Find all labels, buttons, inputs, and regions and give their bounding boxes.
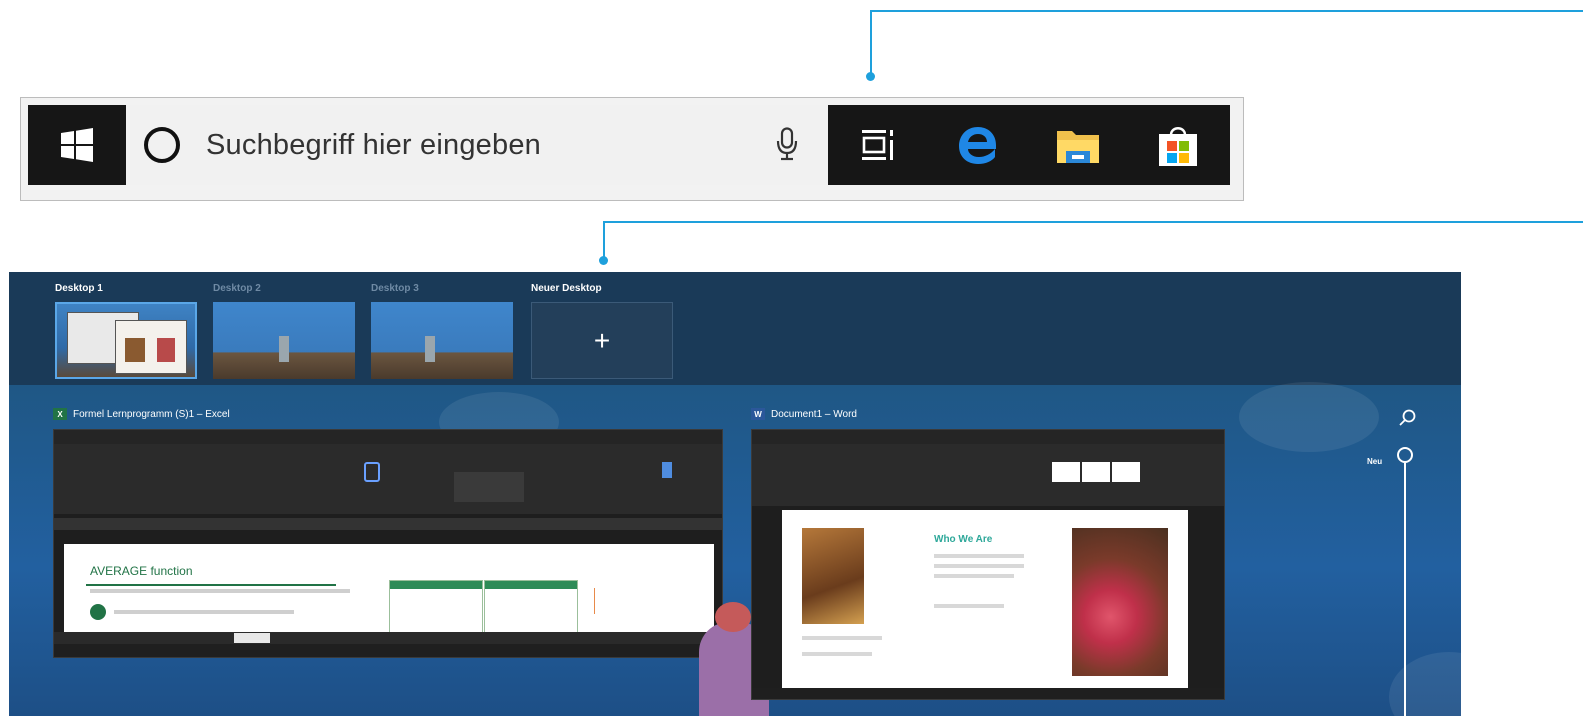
task-view-button[interactable] (828, 105, 928, 185)
timeline-scrollbar[interactable] (1404, 463, 1406, 716)
store-button[interactable] (1128, 105, 1228, 185)
doc-text-line (934, 564, 1024, 568)
windows-start-icon (61, 128, 93, 162)
word-window-title: W Document1 – Word (751, 408, 857, 420)
plus-icon: + (593, 324, 611, 356)
taskbar: Suchbegriff hier eingeben (20, 97, 1244, 201)
callout-dot-bottom (599, 256, 608, 265)
file-explorer-icon (1057, 131, 1099, 163)
excel-formula-bar (54, 518, 722, 530)
desktop-1-thumbnail[interactable] (55, 302, 197, 379)
thumbnail-tower (425, 336, 435, 362)
background-character-head (715, 602, 751, 632)
doc-text-line (934, 554, 1024, 558)
desktop-3-label: Desktop 3 (371, 283, 419, 294)
start-button[interactable] (28, 105, 126, 185)
excel-ribbon (54, 444, 722, 514)
sheet-annotation (594, 588, 685, 614)
word-status-bar (752, 688, 1224, 699)
excel-window-title: X Formel Lernprogramm (S)1 – Excel (53, 408, 230, 420)
table-header (485, 581, 577, 589)
taskbar-bar: Suchbegriff hier eingeben (28, 105, 1230, 185)
desktop-1-label: Desktop 1 (55, 283, 103, 294)
thumbnail-photo (125, 338, 145, 362)
search-box[interactable]: Suchbegriff hier eingeben (126, 105, 828, 185)
style-box (1112, 462, 1140, 482)
style-box (1082, 462, 1110, 482)
protect-icon (364, 462, 380, 482)
excel-sheet-tabs (54, 632, 722, 644)
timeline-handle[interactable] (1397, 447, 1413, 463)
word-document-page: Who We Are (782, 510, 1188, 688)
search-placeholder: Suchbegriff hier eingeben (206, 128, 541, 161)
doc-text-line (802, 636, 882, 640)
word-app-icon: W (751, 408, 765, 420)
excel-sheet: AVERAGE function (64, 544, 714, 634)
file-explorer-button[interactable] (1028, 105, 1128, 185)
background-cloud (1239, 382, 1379, 452)
store-icon (1159, 127, 1197, 166)
edge-icon (959, 127, 996, 164)
step-badge (90, 604, 106, 620)
callout-line-bottom-vertical (603, 221, 605, 259)
callout-line-top-horizontal (870, 10, 1583, 12)
active-sheet-tab (234, 633, 270, 643)
sheet-text-line (90, 589, 350, 593)
doc-text-line (802, 652, 872, 656)
excel-window-preview[interactable]: AVERAGE function (53, 429, 723, 658)
callout-line-bottom-horizontal (603, 221, 1583, 223)
edge-button[interactable] (928, 105, 1028, 185)
desktop-3-thumbnail[interactable] (371, 302, 513, 379)
excel-titlebar (54, 430, 722, 444)
desktop-2-thumbnail[interactable] (213, 302, 355, 379)
style-box (1052, 462, 1080, 482)
doc-text-line (934, 574, 1014, 578)
timeline-search-icon[interactable] (1398, 408, 1418, 428)
ribbon-group (454, 472, 524, 502)
cortana-icon (144, 127, 180, 163)
table-header (390, 581, 482, 589)
new-desktop-label: Neuer Desktop (531, 283, 602, 294)
word-titlebar (752, 430, 1224, 444)
excel-title-text: Formel Lernprogramm (S)1 – Excel (73, 408, 230, 420)
word-ribbon (752, 444, 1224, 506)
sheet-table (389, 580, 483, 634)
doc-photo-left (802, 528, 864, 624)
new-desktop-button[interactable]: + (531, 302, 673, 379)
excel-status-bar (54, 644, 722, 657)
timeline-label: Neu (1367, 457, 1383, 466)
thumbnail-photo (157, 338, 175, 362)
excel-sheet-heading: AVERAGE function (90, 564, 193, 578)
doc-text-line (934, 604, 1004, 608)
sheet-table (484, 580, 578, 634)
callout-dot-top (866, 72, 875, 81)
callout-line-top-vertical (870, 10, 872, 76)
ribbon-icon (662, 462, 672, 478)
microphone-icon[interactable] (776, 127, 798, 161)
doc-photo-flowers (1072, 528, 1168, 676)
thumbnail-tower (279, 336, 289, 362)
desktop-2-label: Desktop 2 (213, 283, 261, 294)
task-view-icon (862, 130, 893, 160)
word-window-preview[interactable]: Who We Are (751, 429, 1225, 700)
word-title-text: Document1 – Word (771, 408, 857, 420)
task-view-screenshot: Desktop 1 Desktop 2 Desktop 3 Neuer Desk… (9, 272, 1461, 716)
excel-app-icon: X (53, 408, 67, 420)
sheet-text-line (114, 610, 294, 614)
word-doc-heading: Who We Are (934, 534, 993, 545)
